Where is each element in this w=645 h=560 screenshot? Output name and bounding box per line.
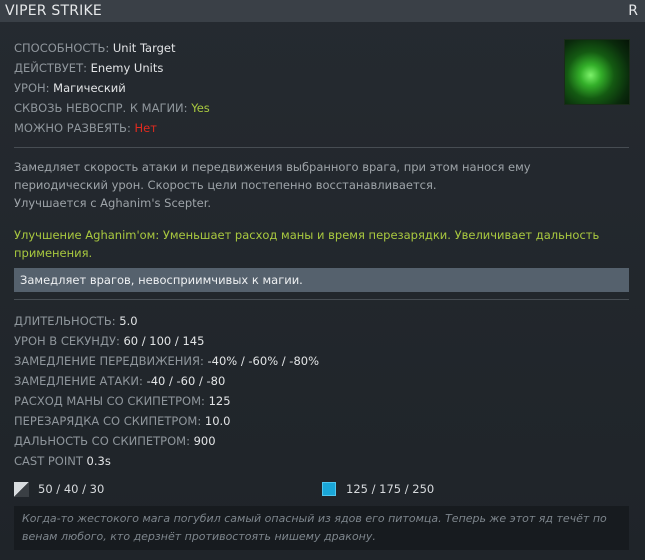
property-value: Нет: [134, 121, 157, 135]
stat-row: ЗАМЕДЛЕНИЕ ПЕРЕДВИЖЕНИЯ: -40% / -60% / -…: [14, 351, 319, 371]
mana-icon: [322, 482, 336, 496]
stat-label: ДАЛЬНОСТЬ СО СКИПЕТРОМ:: [14, 434, 194, 448]
ability-hotkey: R: [628, 3, 638, 19]
property-label: СПОСОБНОСТЬ:: [14, 41, 113, 55]
property-row: УРОН: Магический: [14, 78, 629, 98]
magic-immune-note: Замедляет врагов, невосприимчивых к маги…: [14, 268, 629, 292]
stat-label: ПЕРЕЗАРЯДКА СО СКИПЕТРОМ:: [14, 414, 205, 428]
stat-label: CAST POINT: [14, 454, 87, 468]
stat-value: 10.0: [204, 414, 231, 428]
divider: [14, 299, 629, 300]
stat-row: ПЕРЕЗАРЯДКА СО СКИПЕТРОМ: 10.0: [14, 411, 319, 431]
stat-label: ДЛИТЕЛЬНОСТЬ:: [14, 314, 120, 328]
aghanim-upgrade-text: Улучшение Aghanim'ом: Уменьшает расход м…: [14, 228, 600, 260]
stat-label: ЗАМЕДЛЕНИЕ ПЕРЕДВИЖЕНИЯ:: [14, 354, 208, 368]
stat-value: 5.0: [119, 314, 138, 328]
property-row: СПОСОБНОСТЬ: Unit Target: [14, 38, 629, 58]
ability-stats: ДЛИТЕЛЬНОСТЬ: 5.0 УРОН В СЕКУНДУ: 60 / 10…: [14, 311, 319, 471]
divider: [14, 147, 629, 148]
property-row: ДЕЙСТВУЕТ: Enemy Units: [14, 58, 629, 78]
property-value: Yes: [191, 101, 210, 115]
cooldown-icon: [14, 482, 29, 497]
property-label: ДЕЙСТВУЕТ:: [14, 61, 91, 75]
lore-text: Когда-то жестокого мага погубил самый оп…: [14, 506, 629, 550]
tooltip-header: VIPER STRIKE R: [0, 0, 645, 22]
stat-row: ДЛИТЕЛЬНОСТЬ: 5.0: [14, 311, 319, 331]
stat-row: УРОН В СЕКУНДУ: 60 / 100 / 145: [14, 331, 319, 351]
stat-value: 125: [208, 394, 231, 408]
stat-value: 60 / 100 / 145: [123, 334, 205, 348]
stat-value: -40% / -60% / -80%: [207, 354, 320, 368]
stat-value: 0.3s: [86, 454, 111, 468]
ability-properties: СПОСОБНОСТЬ: Unit Target ДЕЙСТВУЕТ: Enemy…: [14, 38, 629, 138]
property-label: СКВОЗЬ НЕВОСПР. К МАГИИ:: [14, 101, 192, 115]
property-value: Unit Target: [112, 41, 176, 55]
property-value: Магический: [53, 81, 126, 95]
scepter-line: Улучшается с Aghanim's Scepter.: [14, 196, 212, 210]
property-value: Enemy Units: [90, 61, 164, 75]
ability-title: VIPER STRIKE: [5, 3, 102, 19]
stat-row: РАСХОД МАНЫ СО СКИПЕТРОМ: 125: [14, 391, 319, 411]
property-row: СКВОЗЬ НЕВОСПР. К МАГИИ: Yes: [14, 98, 629, 118]
property-label: МОЖНО РАЗВЕЯТЬ:: [14, 121, 135, 135]
description-text: Замедляет скорость атаки и передвижения …: [14, 160, 531, 192]
stat-value: 900: [193, 434, 216, 448]
stat-label: РАСХОД МАНЫ СО СКИПЕТРОМ:: [14, 394, 209, 408]
property-row: МОЖНО РАЗВЕЯТЬ: Нет: [14, 118, 629, 138]
stat-label: ЗАМЕДЛЕНИЕ АТАКИ:: [14, 374, 147, 388]
stat-label: УРОН В СЕКУНДУ:: [14, 334, 124, 348]
mana-cost-value: 125 / 175 / 250: [346, 482, 435, 496]
property-label: УРОН:: [14, 81, 54, 95]
ability-tooltip: VIPER STRIKE R СПОСОБНОСТЬ: Unit Target Д…: [0, 0, 645, 560]
stat-value: -40 / -60 / -80: [146, 374, 226, 388]
cooldown-value: 50 / 40 / 30: [38, 482, 105, 496]
ability-costs: 50 / 40 / 30 125 / 175 / 250: [14, 480, 629, 498]
stat-row: ДАЛЬНОСТЬ СО СКИПЕТРОМ: 900: [14, 431, 319, 451]
stat-row: ЗАМЕДЛЕНИЕ АТАКИ: -40 / -60 / -80: [14, 371, 319, 391]
ability-description: Замедляет скорость атаки и передвижения …: [14, 158, 624, 212]
stat-row: CAST POINT 0.3s: [14, 451, 319, 471]
